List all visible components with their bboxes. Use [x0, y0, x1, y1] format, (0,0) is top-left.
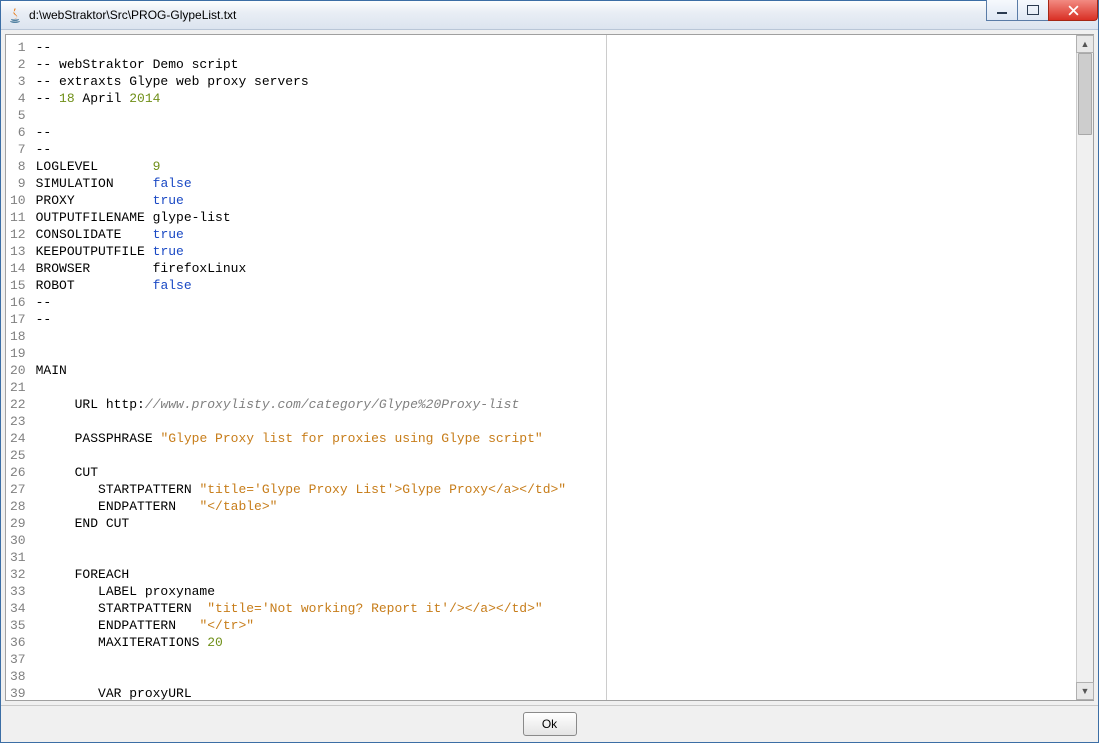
titlebar[interactable]: d:\webStraktor\Src\PROG-GlypeList.txt	[1, 1, 1098, 30]
vertical-scrollbar[interactable]: ▲ ▼	[1076, 35, 1093, 700]
scroll-up-button[interactable]: ▲	[1076, 35, 1094, 53]
code-content[interactable]: -- -- webStraktor Demo script -- extraxt…	[32, 35, 1076, 700]
close-button[interactable]	[1048, 0, 1098, 21]
app-window: d:\webStraktor\Src\PROG-GlypeList.txt 1 …	[0, 0, 1099, 743]
window-title: d:\webStraktor\Src\PROG-GlypeList.txt	[29, 8, 236, 22]
scroll-down-button[interactable]: ▼	[1076, 682, 1094, 700]
button-bar: Ok	[1, 705, 1098, 742]
line-gutter: 1 2 3 4 5 6 7 8 9 10 11 12 13 14 15 16 1…	[6, 35, 32, 700]
text-viewer: 1 2 3 4 5 6 7 8 9 10 11 12 13 14 15 16 1…	[5, 34, 1094, 701]
ok-button[interactable]: Ok	[523, 712, 577, 736]
client-area: 1 2 3 4 5 6 7 8 9 10 11 12 13 14 15 16 1…	[1, 30, 1098, 742]
window-controls	[986, 1, 1098, 21]
code-area[interactable]: 1 2 3 4 5 6 7 8 9 10 11 12 13 14 15 16 1…	[6, 35, 1076, 700]
split-divider[interactable]	[606, 35, 607, 700]
java-icon	[7, 7, 23, 23]
minimize-button[interactable]	[986, 0, 1018, 21]
scroll-thumb[interactable]	[1078, 53, 1092, 135]
maximize-button[interactable]	[1017, 0, 1049, 21]
scroll-track[interactable]	[1077, 53, 1093, 682]
